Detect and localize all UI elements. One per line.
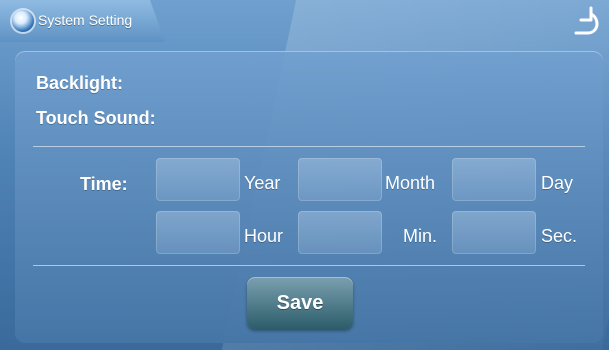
gear-icon: [12, 10, 34, 32]
second-unit: Sec.: [541, 226, 578, 246]
touch-sound-label: Touch Sound:: [36, 108, 156, 128]
year-unit: Year: [244, 173, 281, 193]
page-title: System Setting: [38, 12, 133, 28]
divider-bottom: [33, 265, 585, 266]
year-field[interactable]: [156, 158, 240, 201]
time-label: Time:: [80, 174, 128, 194]
day-unit: Day: [541, 173, 574, 193]
system-setting-screen: System Setting Backlight: Touch Sound: T…: [0, 0, 609, 350]
month-unit: Month: [385, 173, 436, 193]
backlight-label: Backlight:: [36, 73, 124, 93]
second-field[interactable]: [452, 211, 536, 254]
minute-field[interactable]: [298, 211, 382, 254]
return-icon[interactable]: [567, 6, 601, 36]
day-field[interactable]: [452, 158, 536, 201]
minute-unit: Min.: [403, 226, 438, 246]
divider-top: [33, 146, 585, 147]
settings-panel: Backlight: Touch Sound: Time: Year Month…: [15, 51, 603, 343]
hour-field[interactable]: [156, 211, 240, 254]
hour-unit: Hour: [244, 226, 284, 246]
month-field[interactable]: [298, 158, 382, 201]
save-button[interactable]: Save: [247, 277, 353, 329]
